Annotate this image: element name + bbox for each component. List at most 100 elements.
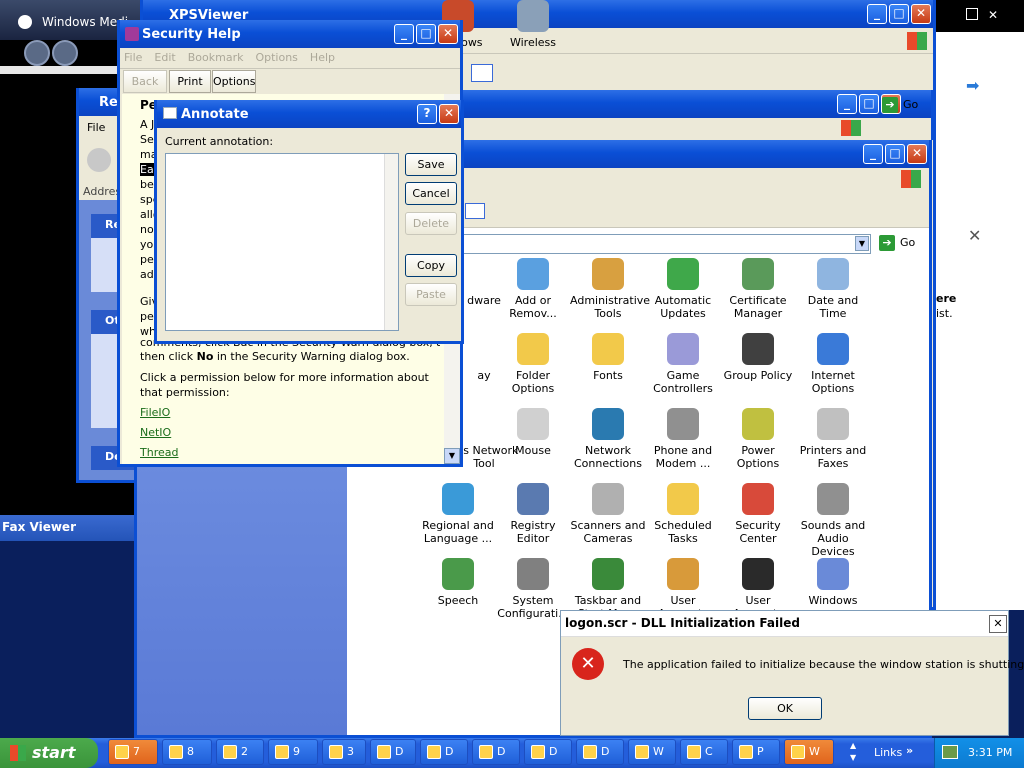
copy-button[interactable]: Copy [405, 254, 457, 277]
cp-item[interactable]: Windows [795, 558, 871, 607]
cp-item[interactable]: Automatic Updates [645, 258, 721, 320]
taskbar-button[interactable]: P [732, 739, 780, 765]
cp-item[interactable]: Certificate Manager [720, 258, 796, 320]
taskbar-button[interactable]: 9 [268, 739, 318, 765]
xps-minimize-button[interactable]: _ [867, 4, 887, 24]
cp-item[interactable]: Internet Options [795, 333, 871, 395]
help-menu-help[interactable]: Help [310, 51, 335, 64]
link-netio[interactable]: NetIO [140, 426, 171, 439]
help-close-button[interactable]: ✕ [438, 24, 458, 44]
side-heading: ere [936, 292, 957, 305]
cp-item[interactable]: Registry Editor [495, 483, 571, 545]
taskbar-button[interactable]: D [576, 739, 624, 765]
cp-views-icon[interactable] [465, 203, 485, 219]
paste-button[interactable]: Paste [405, 283, 457, 306]
cp-address-bar[interactable] [447, 234, 871, 254]
taskbar-button[interactable]: D [370, 739, 416, 765]
links-label[interactable]: Links [874, 746, 902, 759]
scroll-down-icon[interactable]: ▼ [444, 448, 460, 464]
taskbar-button[interactable]: 2 [216, 739, 264, 765]
arrow-right-icon[interactable]: ➡ [966, 76, 979, 95]
help-maximize-button[interactable]: □ [416, 24, 436, 44]
cp-item[interactable]: Add or Remov... [495, 258, 571, 320]
xps-maximize-button[interactable]: □ [889, 4, 909, 24]
cp-item[interactable]: Game Controllers [645, 333, 721, 395]
cp-item[interactable]: Administrative Tools [570, 258, 650, 320]
close-pane-icon[interactable]: ✕ [968, 226, 981, 245]
ie-icon [169, 745, 183, 759]
cp-item[interactable]: Security Center [720, 483, 796, 545]
window-icon [479, 745, 493, 759]
taskbar-button[interactable]: D [472, 739, 520, 765]
cp-maximize-button[interactable]: □ [885, 144, 905, 164]
delete-button[interactable]: Delete [405, 212, 457, 235]
taskbar-button[interactable]: W [784, 739, 834, 765]
annotate-help-button[interactable]: ? [417, 104, 437, 124]
xps-close-button[interactable]: ✕ [911, 4, 931, 24]
cp-item[interactable]: Network Connections [570, 408, 646, 470]
help-menu-file[interactable]: File [124, 51, 142, 64]
cp-item[interactable]: Fonts [570, 333, 646, 382]
start-button[interactable]: start [0, 738, 98, 768]
cp-minimize-button[interactable]: _ [863, 144, 883, 164]
cp-item[interactable]: Folder Options [495, 333, 571, 395]
explorer2-maximize-button[interactable]: □ [859, 94, 879, 114]
taskbar-button[interactable]: W [628, 739, 676, 765]
network-tray-icon[interactable] [942, 745, 958, 759]
cp-item[interactable]: Wireless [495, 0, 571, 49]
media-forward-button[interactable] [52, 40, 78, 66]
links-chevron-icon[interactable]: » [906, 744, 913, 757]
help-print-button[interactable]: Print [169, 70, 211, 93]
help-minimize-button[interactable]: _ [394, 24, 414, 44]
administrative-tools-icon [592, 258, 624, 290]
cp-item[interactable]: Phone and Modem ... [645, 408, 721, 470]
help-menu-edit[interactable]: Edit [154, 51, 175, 64]
cp-item[interactable]: Sounds and Audio Devices [795, 483, 871, 558]
help-options-button[interactable]: Options [212, 70, 256, 93]
explorer2-minimize-button[interactable]: _ [837, 94, 857, 114]
help-menu-options[interactable]: Options [255, 51, 297, 64]
annotation-textarea[interactable] [165, 153, 399, 331]
app-icon [377, 745, 391, 759]
link-fileio[interactable]: FileIO [140, 406, 170, 419]
cp-item[interactable]: Power Options [720, 408, 796, 470]
taskbar-button[interactable]: 8 [162, 739, 212, 765]
link-thread[interactable]: Thread [140, 446, 178, 459]
taskbar-button-label: W [809, 745, 820, 758]
quicklaunch-scroll-icon[interactable]: ▲ ▼ [850, 740, 862, 766]
annotate-close-button[interactable]: ✕ [439, 104, 459, 124]
explorer2-go-button[interactable]: ➔ Go [882, 96, 918, 114]
error-title: logon.scr - DLL Initialization Failed [565, 616, 800, 630]
recycle-menu-file[interactable]: File [87, 121, 105, 134]
cp-item[interactable]: Scanners and Cameras [570, 483, 646, 545]
cp-item[interactable]: Group Policy [720, 333, 796, 382]
cp-item[interactable]: Date and Time [795, 258, 871, 320]
help-menu-bookmark[interactable]: Bookmark [188, 51, 244, 64]
cp-address-dropdown-icon[interactable]: ▼ [855, 236, 869, 251]
back-icon[interactable] [87, 148, 111, 172]
taskbar-button[interactable]: C [680, 739, 728, 765]
taskbar-button[interactable]: 7 [108, 739, 158, 765]
cp-close-button[interactable]: ✕ [907, 144, 927, 164]
cp-item[interactable]: Printers and Faxes [795, 408, 871, 470]
taskbar-button[interactable]: D [524, 739, 572, 765]
cp-item[interactable]: Mouse [495, 408, 571, 457]
cp-item[interactable]: Speech [420, 558, 496, 607]
taskbar-button[interactable]: D [420, 739, 468, 765]
taskbar-button-label: 3 [347, 745, 354, 758]
views-icon[interactable] [471, 64, 493, 82]
media-back-button[interactable] [24, 40, 50, 66]
cancel-button[interactable]: Cancel [405, 182, 457, 205]
help-back-button[interactable]: Back [123, 70, 167, 93]
cp-item[interactable]: Regional and Language ... [420, 483, 496, 545]
cp-item-label: Printers and Faxes [799, 444, 867, 470]
cp-item[interactable]: Scheduled Tasks [645, 483, 721, 545]
cp-go-button[interactable]: ➔ Go [879, 234, 915, 252]
save-button[interactable]: Save [405, 153, 457, 176]
taskbar-button[interactable]: 3 [322, 739, 366, 765]
windows-logo-icon [841, 120, 861, 136]
error-close-button[interactable]: ✕ [989, 615, 1007, 633]
taskbar-button-label: D [497, 745, 506, 758]
taskbar-button-label: D [601, 745, 610, 758]
ok-button[interactable]: OK [748, 697, 822, 720]
